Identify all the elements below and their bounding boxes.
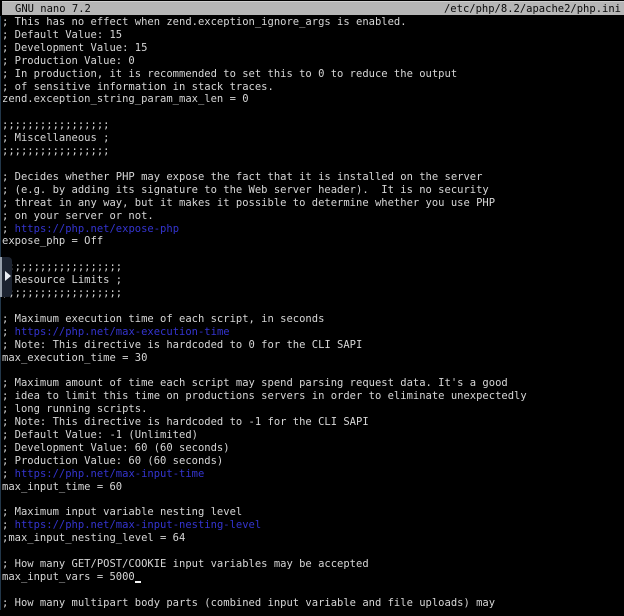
text-segment: expose_php = Off: [2, 235, 103, 247]
terminal-line: ; Decides whether PHP may expose the fac…: [1, 171, 624, 184]
terminal-line: ; (e.g. by adding its signature to the W…: [1, 184, 624, 197]
text-segment: ; of sensitive information in stack trac…: [2, 81, 274, 93]
text-segment: max_input_vars = 5000: [2, 571, 135, 583]
text-segment: ;;;;;;;;;;;;;;;;;;;: [2, 261, 122, 273]
terminal-line: ; Miscellaneous ;: [1, 132, 624, 145]
text-segment: ; Miscellaneous ;: [2, 132, 109, 144]
text-segment: ; Production Value: 60 (60 seconds): [2, 455, 223, 467]
text-segment: ; idea to limit this time on productions…: [2, 390, 527, 402]
terminal-line: ; Development Value: 15: [1, 42, 624, 55]
text-segment: max_input_time = 60: [2, 481, 122, 493]
terminal-line: [1, 494, 624, 507]
terminal-line: ; threat in any way, but it makes it pos…: [1, 197, 624, 210]
play-triangle-icon: [5, 271, 11, 281]
terminal-screen[interactable]: ; This has no effect when zend.exception…: [0, 16, 624, 610]
text-segment: ; Maximum execution time of each script,…: [2, 313, 324, 325]
terminal-line: ;;;;;;;;;;;;;;;;;;;: [1, 287, 624, 300]
text-segment: ; Decides whether PHP may expose the fac…: [2, 171, 482, 183]
nano-title-bar: GNU nano 7.2 /etc/php/8.2/apache2/php.in…: [2, 1, 624, 15]
terminal-line: max_input_time = 60: [1, 481, 624, 494]
text-segment: ;: [2, 223, 15, 235]
url-text: https://php.net/expose-php: [15, 223, 179, 235]
text-segment: ; Development Value: 60 (60 seconds): [2, 442, 230, 454]
text-segment: ; (e.g. by adding its signature to the W…: [2, 184, 489, 196]
text-cursor: [135, 573, 141, 584]
scroll-position-marker: [0, 257, 12, 297]
terminal-line: [1, 300, 624, 313]
text-segment: ; Production Value: 0: [2, 55, 135, 67]
url-text: https://php.net/max-execution-time: [15, 326, 230, 338]
terminal-line: ; Resource Limits ;: [1, 274, 624, 287]
terminal-line: max_input_vars = 5000: [1, 571, 624, 584]
terminal-line: ; Note: This directive is hardcoded to -…: [1, 416, 624, 429]
terminal-line: ;max_input_nesting_level = 64: [1, 532, 624, 545]
terminal-line: ; Note: This directive is hardcoded to 0…: [1, 339, 624, 352]
text-segment: ; threat in any way, but it makes it pos…: [2, 197, 495, 209]
text-segment: ; Development Value: 15: [2, 42, 147, 54]
text-segment: ;: [2, 468, 15, 480]
text-segment: ;;;;;;;;;;;;;;;;;: [2, 145, 109, 157]
terminal-line: ; Maximum input variable nesting level: [1, 506, 624, 519]
terminal-line: ; This has no effect when zend.exception…: [1, 16, 624, 29]
terminal-line: ; In production, it is recommended to se…: [1, 68, 624, 81]
text-segment: ;;;;;;;;;;;;;;;;;;;: [2, 287, 122, 299]
terminal-line: ; long running scripts.: [1, 403, 624, 416]
terminal-line: ;;;;;;;;;;;;;;;;;: [1, 145, 624, 158]
text-segment: zend.exception_string_param_max_len = 0: [2, 93, 249, 105]
nano-editor-window[interactable]: GNU nano 7.2 /etc/php/8.2/apache2/php.in…: [0, 0, 624, 616]
terminal-line: ; Default Value: 15: [1, 29, 624, 42]
terminal-line: [1, 248, 624, 261]
text-segment: ;max_input_nesting_level = 64: [2, 532, 185, 544]
terminal-line: ; How many GET/POST/COOKIE input variabl…: [1, 558, 624, 571]
terminal-line: ; How many multipart body parts (combine…: [1, 597, 624, 610]
text-segment: ;;;;;;;;;;;;;;;;;: [2, 119, 109, 131]
text-segment: ; This has no effect when zend.exception…: [2, 16, 407, 28]
terminal-line: ; Production Value: 60 (60 seconds): [1, 455, 624, 468]
terminal-line: ; https://php.net/max-input-nesting-leve…: [1, 519, 624, 532]
text-segment: max_execution_time = 30: [2, 352, 147, 364]
terminal-line: [1, 584, 624, 597]
text-segment: ; Note: This directive is hardcoded to -…: [2, 416, 369, 428]
terminal-line: [1, 364, 624, 377]
terminal-line: ; Maximum amount of time each script may…: [1, 377, 624, 390]
terminal-line: [1, 545, 624, 558]
text-segment: ; How many GET/POST/COOKIE input variabl…: [2, 558, 369, 570]
text-segment: ; Default Value: 15: [2, 29, 122, 41]
text-segment: ; Default Value: -1 (Unlimited): [2, 429, 198, 441]
url-text: https://php.net/max-input-nesting-level: [15, 519, 262, 531]
terminal-line: [1, 106, 624, 119]
file-path-label: /etc/php/8.2/apache2/php.ini: [444, 2, 621, 15]
text-segment: ; Note: This directive is hardcoded to 0…: [2, 339, 362, 351]
text-segment: ;: [2, 519, 15, 531]
terminal-line: ; idea to limit this time on productions…: [1, 390, 624, 403]
terminal-line: ; Development Value: 60 (60 seconds): [1, 442, 624, 455]
text-segment: ; Maximum input variable nesting level: [2, 506, 242, 518]
terminal-line: ; of sensitive information in stack trac…: [1, 81, 624, 94]
text-segment: ; In production, it is recommended to se…: [2, 68, 457, 80]
terminal-line: [1, 158, 624, 171]
text-segment: ; long running scripts.: [2, 403, 147, 415]
terminal-line: ;;;;;;;;;;;;;;;;;: [1, 119, 624, 132]
terminal-line: ;;;;;;;;;;;;;;;;;;;: [1, 261, 624, 274]
terminal-line: expose_php = Off: [1, 235, 624, 248]
text-segment: ; Maximum amount of time each script may…: [2, 377, 508, 389]
terminal-line: ; Production Value: 0: [1, 55, 624, 68]
terminal-line: ; on your server or not.: [1, 210, 624, 223]
url-text: https://php.net/max-input-time: [15, 468, 205, 480]
terminal-line: zend.exception_string_param_max_len = 0: [1, 93, 624, 106]
text-segment: ; How many multipart body parts (combine…: [2, 597, 495, 609]
terminal-line: ; https://php.net/max-execution-time: [1, 326, 624, 339]
text-segment: ;: [2, 326, 15, 338]
terminal-line: ; https://php.net/max-input-time: [1, 468, 624, 481]
terminal-line: ; Default Value: -1 (Unlimited): [1, 429, 624, 442]
app-version-label: GNU nano 7.2: [15, 2, 91, 15]
terminal-line: ; https://php.net/expose-php: [1, 223, 624, 236]
text-segment: ; Resource Limits ;: [2, 274, 122, 286]
terminal-line: max_execution_time = 30: [1, 352, 624, 365]
terminal-line: ; Maximum execution time of each script,…: [1, 313, 624, 326]
text-segment: ; on your server or not.: [2, 210, 154, 222]
